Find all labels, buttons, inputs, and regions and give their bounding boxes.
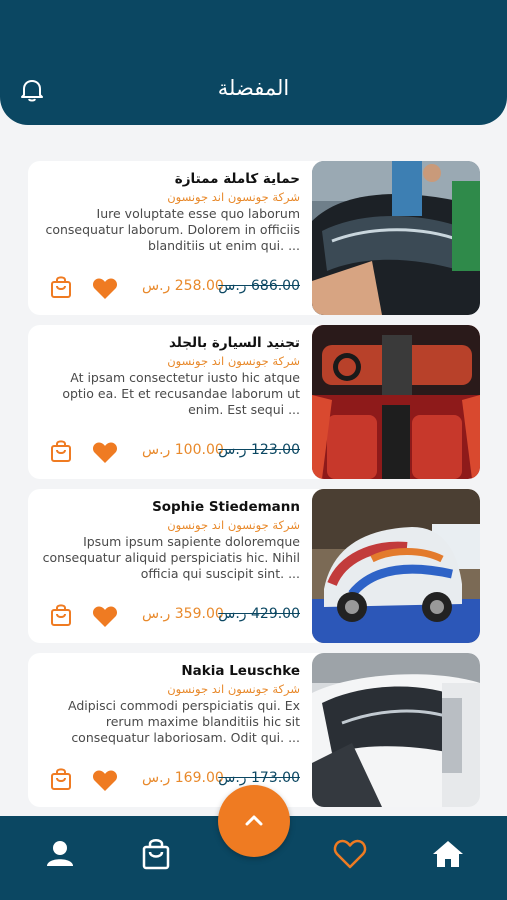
price-current: 169.00 ر.س — [142, 770, 224, 786]
product-company: شركة جونسون اند جونسون — [167, 518, 300, 532]
price-current: 258.00 ر.س — [142, 278, 224, 294]
profile-icon[interactable] — [42, 836, 78, 872]
heart-icon[interactable] — [332, 836, 368, 872]
price-original: 686.00 ر.س — [218, 278, 300, 294]
add-to-cart-icon[interactable] — [50, 767, 72, 791]
home-icon[interactable] — [430, 836, 466, 872]
product-title: حماية كاملة ممتازة — [174, 171, 300, 187]
price-original: 123.00 ر.س — [218, 442, 300, 458]
price-current: 100.00 ر.س — [142, 442, 224, 458]
product-description: Iure voluptate esse quo laborum consequa… — [45, 206, 300, 253]
product-card[interactable]: Sophie Stiedemann شركة جونسون اند جونسون… — [28, 489, 480, 643]
price-original: 429.00 ر.س — [218, 606, 300, 622]
favorite-heart-icon[interactable] — [92, 606, 118, 628]
chevron-up-icon — [245, 815, 263, 826]
product-image[interactable] — [312, 653, 480, 807]
add-to-cart-icon[interactable] — [50, 275, 72, 299]
favorite-heart-icon[interactable] — [92, 770, 118, 792]
add-to-cart-icon[interactable] — [50, 603, 72, 627]
product-card[interactable]: تجنيد السيارة بالجلد شركة جونسون اند جون… — [28, 325, 480, 479]
add-to-cart-icon[interactable] — [50, 439, 72, 463]
product-company: شركة جونسون اند جونسون — [167, 190, 300, 204]
scroll-to-top-button[interactable] — [218, 785, 290, 857]
app-header: المفضلة — [0, 0, 507, 125]
price-original: 173.00 ر.س — [218, 770, 300, 786]
product-title: Sophie Stiedemann — [152, 499, 300, 515]
page-title: المفضلة — [217, 76, 290, 100]
shopping-bag-icon[interactable] — [138, 836, 174, 872]
product-description: At ipsam consectetur iusto hic atque opt… — [62, 370, 300, 417]
product-card[interactable]: Nakia Leuschke شركة جونسون اند جونسون Ad… — [28, 653, 480, 807]
favorite-heart-icon[interactable] — [92, 278, 118, 300]
product-title: Nakia Leuschke — [181, 663, 300, 679]
product-image[interactable] — [312, 489, 480, 643]
product-description: Adipisci commodi perspiciatis qui. Ex re… — [67, 698, 300, 745]
product-image[interactable] — [312, 325, 480, 479]
product-company: شركة جونسون اند جونسون — [167, 682, 300, 696]
product-card[interactable]: حماية كاملة ممتازة شركة جونسون اند جونسو… — [28, 161, 480, 315]
price-current: 359.00 ر.س — [142, 606, 224, 622]
favorite-heart-icon[interactable] — [92, 442, 118, 464]
product-image[interactable] — [312, 161, 480, 315]
product-title: تجنيد السيارة بالجلد — [168, 335, 300, 351]
product-company: شركة جونسون اند جونسون — [167, 354, 300, 368]
product-description: Ipsum ipsum sapiente doloremque consequa… — [42, 534, 300, 581]
